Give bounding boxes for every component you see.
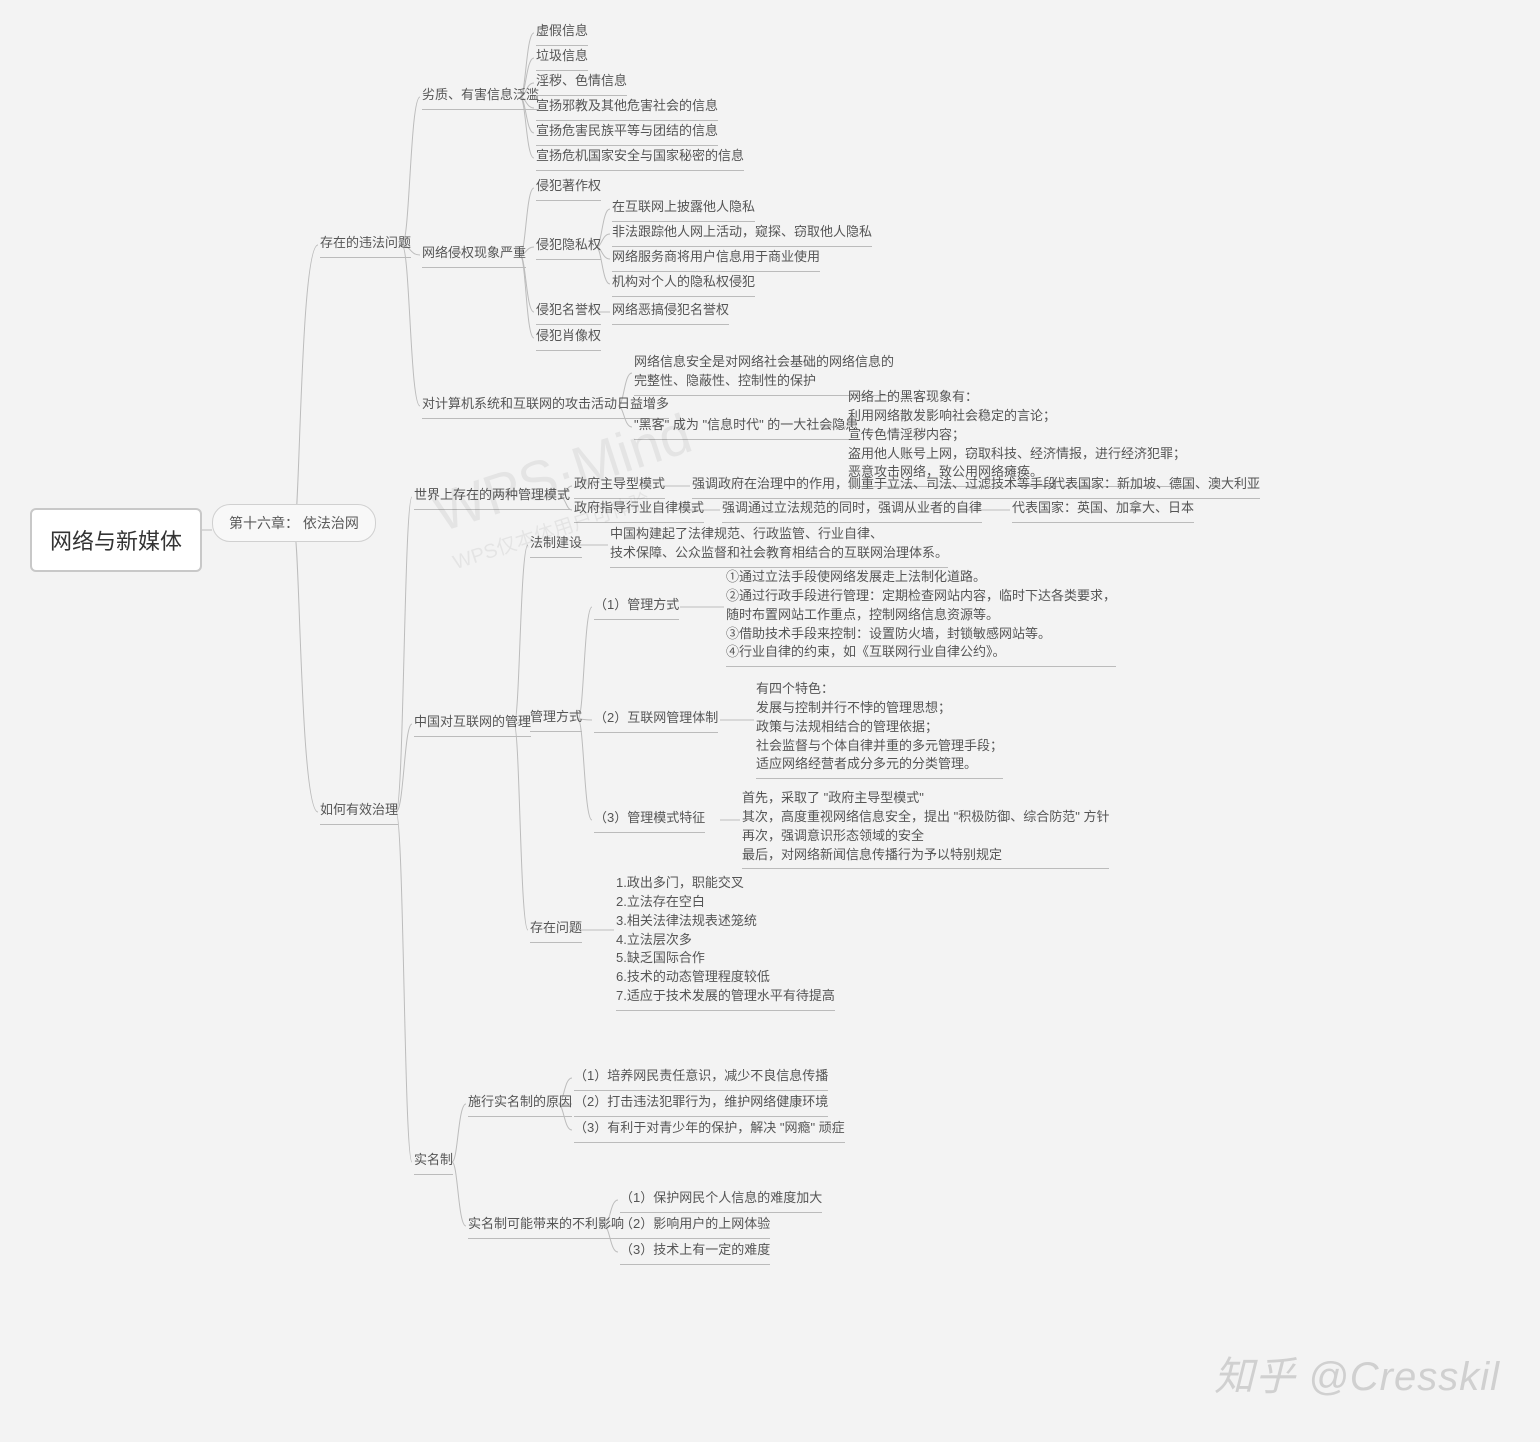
node-item[interactable]: 虚假信息 (536, 22, 588, 46)
node-item[interactable]: 垃圾信息 (536, 47, 588, 71)
node-item[interactable]: （1）培养网民责任意识，减少不良信息传播 (574, 1067, 828, 1091)
node-mgmt-1[interactable]: （1）管理方式 (594, 596, 679, 620)
root-node[interactable]: 网络与新媒体 (30, 508, 202, 572)
node-item[interactable]: 强调通过立法规范的同时，强调从业者的自律 (722, 499, 982, 523)
node-item[interactable]: 非法跟踪他人网上活动，窥探、窃取他人隐私 (612, 223, 872, 247)
node-mgmt-way[interactable]: 管理方式 (530, 708, 582, 732)
node-mgmt-3[interactable]: （3）管理模式特征 (594, 809, 705, 833)
node-item[interactable]: 宣扬邪教及其他危害社会的信息 (536, 97, 718, 121)
node-reputation[interactable]: 侵犯名誉权 (536, 301, 601, 325)
node-item[interactable]: （3）有利于对青少年的保护，解决 "网瘾" 顽症 (574, 1119, 845, 1143)
node-item[interactable]: 有四个特色： 发展与控制并行不悖的管理思想； 政策与法规相结合的管理依据； 社会… (756, 680, 1003, 779)
node-mgmt-2[interactable]: （2）互联网管理体制 (594, 709, 718, 733)
node-item[interactable]: 宣扬危害民族平等与团结的信息 (536, 122, 718, 146)
node-item[interactable]: 网络上的黑客现象有： 利用网络散发影响社会稳定的言论； 宣传色情淫秽内容； 盗用… (848, 388, 1186, 487)
node-realname[interactable]: 实名制 (414, 1151, 453, 1175)
node-item[interactable]: （1）保护网民个人信息的难度加大 (620, 1189, 822, 1213)
node-item[interactable]: （2）打击违法犯罪行为，维护网络健康环境 (574, 1093, 828, 1117)
node-law-build[interactable]: 法制建设 (530, 534, 582, 558)
node-item[interactable]: 机构对个人的隐私权侵犯 (612, 273, 755, 297)
chapter-node[interactable]: 第十六章： 依法治网 (212, 504, 376, 542)
node-item[interactable]: 强调政府在治理中的作用，侧重于立法、司法、过滤技术等手段 (692, 475, 1056, 499)
node-problems[interactable]: 存在问题 (530, 919, 582, 943)
node-governance[interactable]: 如何有效治理 (320, 801, 398, 825)
node-item[interactable]: ①通过立法手段使网络发展走上法制化道路。 ②通过行政手段进行管理：定期检查网站内… (726, 568, 1116, 667)
node-item[interactable]: 淫秽、色情信息 (536, 72, 627, 96)
node-china-mgmt[interactable]: 中国对互联网的管理 (414, 713, 531, 737)
node-item[interactable]: 网络服务商将用户信息用于商业使用 (612, 248, 820, 272)
node-item[interactable]: 宣扬危机国家安全与国家秘密的信息 (536, 147, 744, 171)
node-world-models[interactable]: 世界上存在的两种管理模式 (414, 486, 570, 510)
node-gov-led[interactable]: 政府主导型模式 (574, 475, 665, 499)
node-illegal-issues[interactable]: 存在的违法问题 (320, 234, 411, 258)
node-realname-bad[interactable]: 实名制可能带来的不利影响 (468, 1215, 624, 1239)
node-item[interactable]: 中国构建起了法律规范、行政监管、行业自律、 技术保障、公众监督和社会教育相结合的… (610, 525, 948, 568)
node-item[interactable]: 首先，采取了 "政府主导型模式" 其次，高度重视网络信息安全，提出 "积极防御、… (742, 789, 1109, 869)
node-attacks[interactable]: 对计算机系统和互联网的攻击活动日益增多 (422, 395, 669, 419)
node-item[interactable]: 侵犯著作权 (536, 177, 601, 201)
node-bad-info[interactable]: 劣质、有害信息泛滥 (422, 86, 539, 110)
node-hacker[interactable]: "黑客" 成为 "信息时代" 的一大社会隐患 (634, 416, 858, 440)
node-item[interactable]: 代表国家：英国、加拿大、日本 (1012, 499, 1194, 523)
node-infringe[interactable]: 网络侵权现象严重 (422, 244, 526, 268)
node-item[interactable]: （3）技术上有一定的难度 (620, 1241, 770, 1265)
node-portrait[interactable]: 侵犯肖像权 (536, 327, 601, 351)
node-item[interactable]: 1.政出多门，职能交叉 2.立法存在空白 3.相关法律法规表述笼统 4.立法层次… (616, 874, 835, 1011)
node-privacy[interactable]: 侵犯隐私权 (536, 236, 601, 260)
node-item[interactable]: 网络恶搞侵犯名誉权 (612, 301, 729, 325)
node-realname-reason[interactable]: 施行实名制的原因 (468, 1093, 572, 1117)
node-item[interactable]: 代表国家：新加坡、德国、澳大利亚 (1052, 475, 1260, 499)
node-self-reg[interactable]: 政府指导行业自律模式 (574, 499, 704, 523)
attribution-text: 知乎 @Cresskil (1214, 1344, 1500, 1402)
node-item[interactable]: 在互联网上披露他人隐私 (612, 198, 755, 222)
node-item[interactable]: （2）影响用户的上网体验 (620, 1215, 770, 1239)
